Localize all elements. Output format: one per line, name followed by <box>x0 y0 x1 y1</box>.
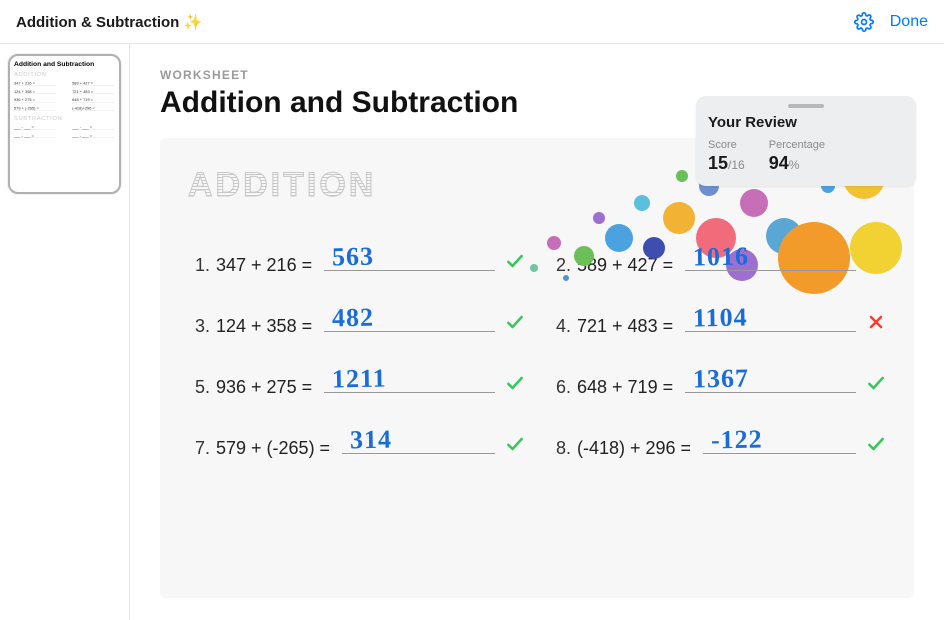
problem-expression: 721 + 483 = <box>577 316 673 337</box>
percentage-stat: Percentage 94% <box>769 139 825 174</box>
correct-icon <box>866 251 886 271</box>
problem-row: 5. 936 + 275 = 1211 <box>188 367 525 398</box>
handwritten-answer: 1016 <box>693 242 750 273</box>
handwritten-answer: 482 <box>332 303 375 334</box>
problem-number: 8. <box>549 438 571 459</box>
drag-handle-icon[interactable] <box>788 104 824 108</box>
problem-expression: (-418) + 296 = <box>577 438 691 459</box>
done-button[interactable]: Done <box>890 13 928 31</box>
answer-field[interactable]: 1104 <box>685 306 856 332</box>
handwritten-answer: 1104 <box>693 303 748 334</box>
problem-row: 6. 648 + 719 = 1367 <box>549 367 886 398</box>
problem-expression: 936 + 275 = <box>216 377 312 398</box>
answer-field[interactable]: 563 <box>324 245 495 271</box>
score-value: 15/16 <box>708 153 745 174</box>
answer-field[interactable]: 1016 <box>685 245 856 271</box>
document-title: Addition & Subtraction ✨ <box>16 13 202 31</box>
problem-row: 8. (-418) + 296 = -122 <box>549 428 886 459</box>
correct-icon <box>505 312 525 332</box>
problem-row: 1. 347 + 216 = 563 <box>188 245 525 276</box>
problem-expression: 579 + (-265) = <box>216 438 330 459</box>
incorrect-icon <box>866 312 886 332</box>
problem-row: 7. 579 + (-265) = 314 <box>188 428 525 459</box>
handwritten-answer: 1367 <box>693 364 750 395</box>
problem-number: 1. <box>188 255 210 276</box>
percentage-value: 94% <box>769 153 825 174</box>
page-thumbnails-sidebar: Addition and Subtraction ADDITION 347 + … <box>0 44 130 620</box>
worksheet-canvas: WORKSHEET Addition and Subtraction Your … <box>130 44 944 620</box>
worksheet-body: ADDITION 1.347 + 216 =5632.589 + 427 =10… <box>160 138 914 598</box>
settings-icon[interactable] <box>854 12 874 32</box>
problem-expression: 589 + 427 = <box>577 255 673 276</box>
score-stat: Score 15/16 <box>708 139 745 174</box>
problem-expression: 648 + 719 = <box>577 377 673 398</box>
handwritten-answer: -122 <box>711 425 763 456</box>
answer-field[interactable]: 314 <box>342 428 495 454</box>
correct-icon <box>505 251 525 271</box>
problem-row: 3. 124 + 358 = 482 <box>188 306 525 337</box>
problem-row: 2. 589 + 427 = 1016 <box>549 245 886 276</box>
correct-icon <box>505 373 525 393</box>
problem-number: 4. <box>549 316 571 337</box>
answer-field[interactable]: -122 <box>703 428 856 454</box>
problem-expression: 124 + 358 = <box>216 316 312 337</box>
handwritten-answer: 1211 <box>332 364 387 395</box>
review-card[interactable]: Your Review Score 15/16 Percentage 94% <box>696 96 916 186</box>
correct-icon <box>866 373 886 393</box>
problem-number: 6. <box>549 377 571 398</box>
problem-number: 5. <box>188 377 210 398</box>
problem-expression: 347 + 216 = <box>216 255 312 276</box>
problem-number: 3. <box>188 316 210 337</box>
toolbar-actions: Done <box>854 12 928 32</box>
correct-icon <box>866 434 886 454</box>
page-eyebrow: WORKSHEET <box>160 68 914 82</box>
problem-number: 2. <box>549 255 571 276</box>
problem-row: 4. 721 + 483 = 1104 <box>549 306 886 337</box>
problem-number: 7. <box>188 438 210 459</box>
correct-icon <box>505 434 525 454</box>
answer-field[interactable]: 1211 <box>324 367 495 393</box>
problems-grid: 1. 347 + 216 = 563 2. 589 + 427 = 1016 3. 124 +… <box>188 245 886 459</box>
handwritten-answer: 563 <box>332 242 375 273</box>
review-stats: Score 15/16 Percentage 94% <box>708 139 904 174</box>
score-label: Score <box>708 139 745 151</box>
top-toolbar: Addition & Subtraction ✨ Done <box>0 0 944 44</box>
page-thumbnail[interactable]: Addition and Subtraction ADDITION 347 + … <box>8 54 121 194</box>
answer-field[interactable]: 482 <box>324 306 495 332</box>
review-heading: Your Review <box>708 114 904 131</box>
percentage-label: Percentage <box>769 139 825 151</box>
content-area: Addition and Subtraction ADDITION 347 + … <box>0 44 944 620</box>
handwritten-answer: 314 <box>350 425 393 456</box>
answer-field[interactable]: 1367 <box>685 367 856 393</box>
